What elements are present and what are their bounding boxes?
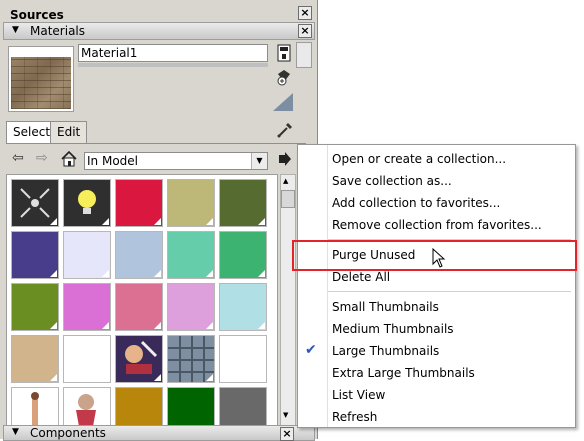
menu-item-extra-large-thumbnails[interactable]: Extra Large Thumbnails [332, 366, 475, 380]
back-arrow-icon[interactable]: ⇦ [12, 150, 24, 166]
components-section-title: Components [30, 426, 106, 440]
swatch-corner-marker [258, 322, 265, 329]
material-swatch[interactable] [219, 335, 267, 383]
menu-item-small-thumbnails[interactable]: Small Thumbnails [332, 300, 439, 314]
swatch-corner-marker [50, 270, 57, 277]
collapse-arrow-icon: ▼ [12, 427, 19, 437]
forward-arrow-icon[interactable]: ⇨ [36, 150, 48, 166]
material-name-input[interactable]: Material1 [78, 44, 268, 62]
materials-section-title: Materials [30, 24, 86, 38]
material-swatch[interactable] [115, 283, 163, 331]
swatch-corner-marker [258, 218, 265, 225]
material-swatch[interactable] [11, 231, 59, 279]
swatch-corner-marker [206, 270, 213, 277]
close-panel-button[interactable]: × [298, 6, 312, 20]
swatch-corner-marker [206, 322, 213, 329]
materials-section-header[interactable]: ▼ Materials [3, 22, 315, 40]
chevron-down-icon[interactable]: ▼ [251, 153, 267, 169]
grid-scroll-thumb[interactable] [281, 190, 295, 208]
swatch-corner-marker [50, 374, 57, 381]
anime-artwork-swatch[interactable] [115, 335, 163, 383]
materials-panel: Sources × ▼ Materials × Material1 Select… [0, 0, 318, 441]
material-swatch[interactable] [167, 283, 215, 331]
materials-grid [6, 174, 278, 426]
character-image-icon [64, 388, 110, 425]
figure-image-icon [12, 388, 58, 425]
swatch-corner-marker [206, 218, 213, 225]
swatch-corner-marker [102, 374, 109, 381]
swatch-corner-marker [258, 270, 265, 277]
material-swatch[interactable] [219, 283, 267, 331]
menu-gutter-line [327, 145, 328, 427]
menu-separator [328, 291, 571, 292]
checkmark-icon: ✔ [305, 342, 317, 358]
swatch-corner-marker [154, 218, 161, 225]
material-swatch[interactable] [167, 179, 215, 227]
tab-edit[interactable]: Edit [50, 121, 88, 143]
preview-scrollbar[interactable] [296, 42, 312, 68]
swatch-corner-marker [50, 218, 57, 225]
swatch-corner-marker [50, 322, 57, 329]
collection-dropdown[interactable]: In Model ▼ [84, 152, 268, 170]
collapse-arrow-icon: ▼ [12, 25, 19, 35]
menu-item-list-view[interactable]: List View [332, 388, 385, 402]
material-swatch[interactable] [167, 387, 215, 425]
swatch-corner-marker [154, 322, 161, 329]
figure-image-swatch[interactable] [11, 387, 59, 425]
glass-texture-swatch[interactable] [167, 335, 215, 383]
details-arrow-icon[interactable] [277, 151, 293, 167]
paint-bucket-icon[interactable] [274, 68, 294, 86]
swatch-corner-marker [206, 374, 213, 381]
swatch-corner-marker [258, 374, 265, 381]
create-material-icon[interactable] [277, 44, 291, 62]
material-swatch[interactable] [63, 283, 111, 331]
scroll-up-icon[interactable]: ▲ [283, 177, 288, 185]
material-swatch[interactable] [63, 231, 111, 279]
material-swatch[interactable] [219, 179, 267, 227]
lightbulb-swatch[interactable] [63, 179, 111, 227]
material-name-underline [78, 63, 268, 67]
panel-titlebar: Sources × [0, 3, 318, 23]
swatch-corner-marker [154, 374, 161, 381]
scroll-down-icon[interactable]: ▼ [283, 411, 288, 419]
material-swatch[interactable] [11, 335, 59, 383]
menu-item-refresh[interactable]: Refresh [332, 410, 377, 424]
swatch-corner-marker [102, 270, 109, 277]
swatch-corner-marker [102, 322, 109, 329]
swatch-corner-marker [102, 218, 109, 225]
swatch-corner-marker [154, 270, 161, 277]
material-swatch[interactable] [167, 231, 215, 279]
material-preview[interactable] [8, 46, 74, 112]
menu-item-save-collection[interactable]: Save collection as... [332, 174, 452, 188]
tab-bar: Select Edit [6, 121, 314, 144]
material-swatch[interactable] [219, 387, 267, 425]
menu-item-add-favorites[interactable]: Add collection to favorites... [332, 196, 500, 210]
menu-item-delete-all[interactable]: Delete All [332, 270, 390, 284]
sample-paint-icon [272, 92, 294, 112]
close-materials-button[interactable]: × [298, 24, 312, 38]
menu-item-open-collection[interactable]: Open or create a collection... [332, 152, 506, 166]
menu-item-large-thumbnails[interactable]: Large Thumbnails [332, 344, 439, 358]
grid-scrollbar[interactable]: ▲ ▼ [280, 174, 296, 426]
shrink-arrows-swatch[interactable] [11, 179, 59, 227]
material-swatch[interactable] [63, 335, 111, 383]
material-swatch[interactable] [11, 283, 59, 331]
material-swatch[interactable] [219, 231, 267, 279]
brick-texture-image [11, 57, 71, 109]
material-swatch[interactable] [115, 179, 163, 227]
menu-item-remove-favorites[interactable]: Remove collection from favorites... [332, 218, 542, 232]
eyedropper-icon[interactable] [276, 121, 294, 139]
home-icon[interactable] [60, 150, 78, 168]
material-swatch[interactable] [115, 231, 163, 279]
context-menu: Open or create a collection... Save coll… [297, 144, 576, 428]
tab-divider [6, 143, 306, 144]
material-swatch[interactable] [115, 387, 163, 425]
panel-title: Sources [10, 8, 64, 22]
collection-dropdown-value: In Model [87, 154, 138, 168]
character-image-swatch[interactable] [63, 387, 111, 425]
menu-item-medium-thumbnails[interactable]: Medium Thumbnails [332, 322, 454, 336]
mouse-cursor-icon [432, 247, 446, 271]
